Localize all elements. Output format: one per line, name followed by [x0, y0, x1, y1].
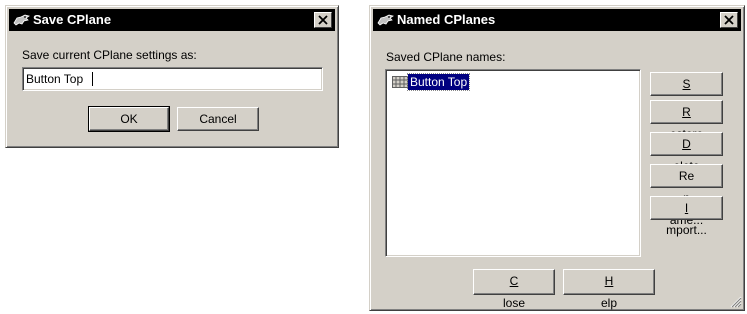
delete-button[interactable]: Delete — [650, 132, 723, 173]
ok-button[interactable]: OK — [88, 106, 170, 132]
cancel-label: Cancel — [199, 112, 237, 126]
dialog-title: Named CPlanes — [397, 12, 496, 27]
close-button[interactable] — [314, 12, 332, 28]
rename-button[interactable]: Rename... — [650, 164, 723, 227]
close-button[interactable] — [720, 12, 738, 28]
help-button[interactable]: Help — [563, 269, 655, 310]
rhino-icon — [377, 12, 395, 28]
close-button-label: Close — [502, 274, 525, 310]
cplane-name-field[interactable] — [22, 67, 323, 91]
cplane-names-list[interactable]: Button Top — [385, 69, 641, 257]
named-cplanes-dialog: Named CPlanes Saved CPlane names: Button… — [369, 5, 745, 311]
close-dialog-button[interactable]: Close — [473, 269, 555, 310]
close-icon — [724, 15, 734, 25]
list-item-label: Button Top — [406, 73, 471, 91]
named-cplanes-titlebar[interactable]: Named CPlanes — [373, 9, 741, 31]
import-button-label: Import... — [666, 201, 707, 237]
dialog-title: Save CPlane — [33, 12, 112, 27]
grid-icon — [392, 76, 408, 88]
save-cplane-dialog: Save CPlane Save current CPlane settings… — [5, 5, 339, 148]
import-button[interactable]: Import... — [650, 196, 723, 237]
help-button-label: Help — [600, 274, 617, 310]
close-icon — [318, 15, 328, 25]
text-caret — [92, 72, 93, 86]
save-cplane-titlebar[interactable]: Save CPlane — [9, 9, 335, 31]
save-button[interactable]: Save... — [650, 72, 723, 113]
size-grip-icon[interactable] — [730, 296, 742, 308]
rhino-icon — [13, 12, 31, 28]
ok-label: OK — [120, 112, 138, 126]
save-prompt-label: Save current CPlane settings as: — [22, 48, 197, 62]
restore-button[interactable]: Restore — [650, 100, 723, 141]
saved-names-label: Saved CPlane names: — [386, 50, 506, 64]
cancel-button[interactable]: Cancel — [177, 107, 259, 131]
cplane-name-input[interactable] — [26, 70, 319, 88]
